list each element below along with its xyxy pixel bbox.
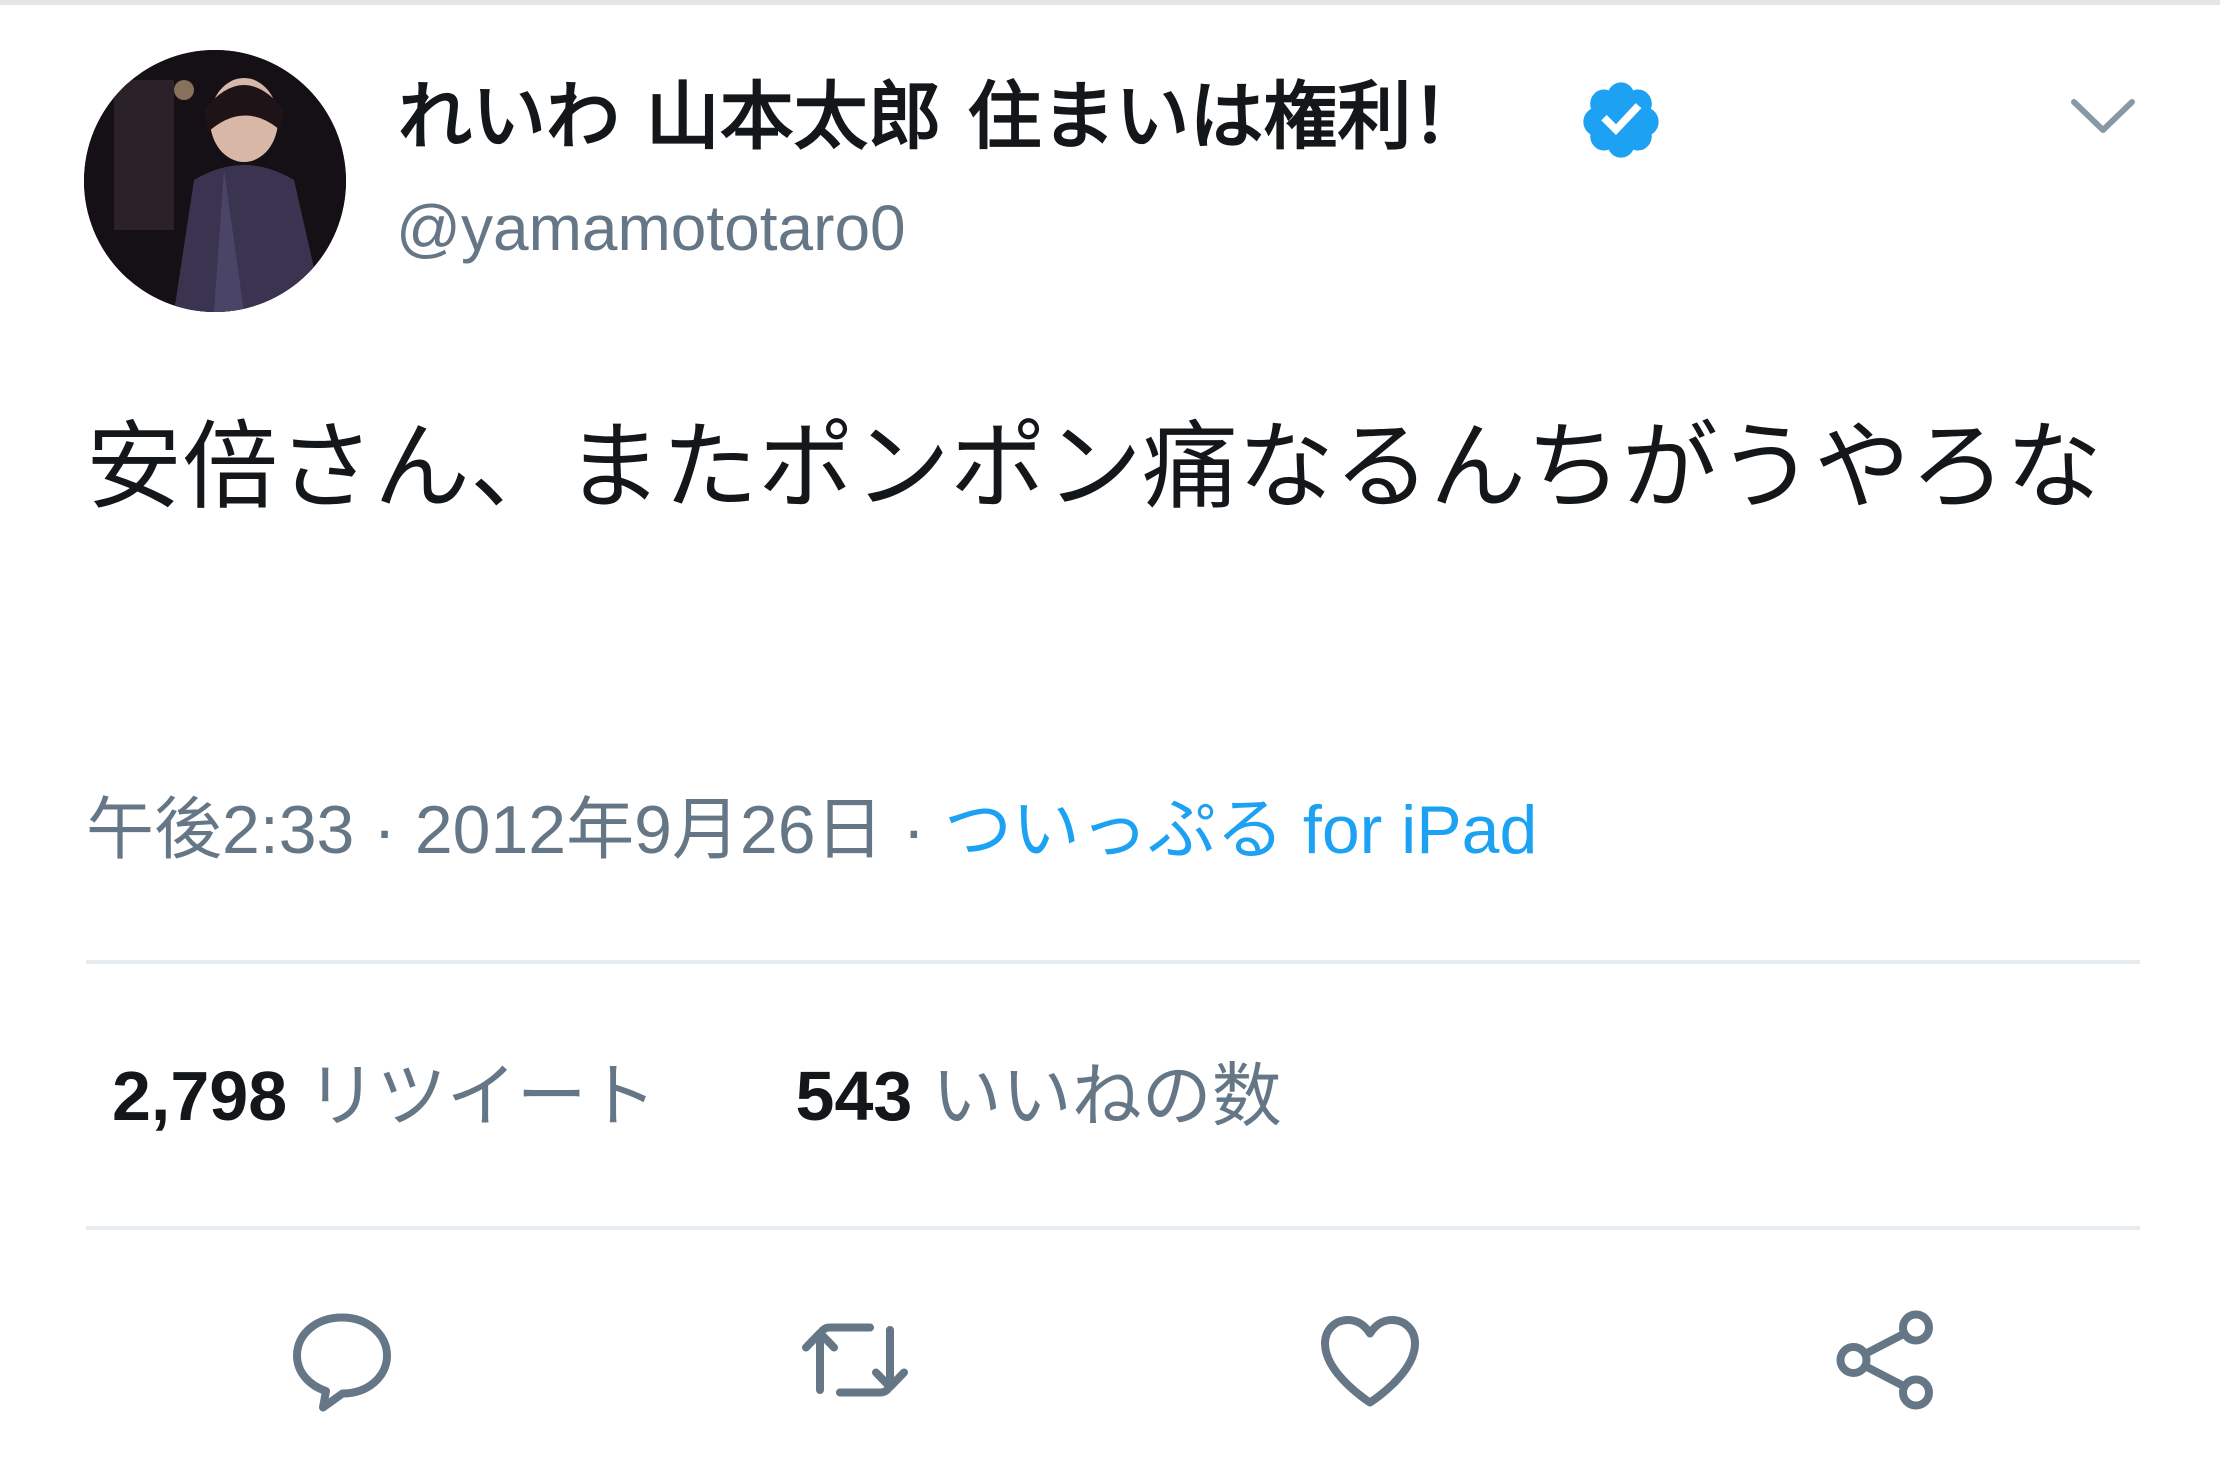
avatar-image — [84, 50, 346, 312]
tweet-stats: 2,798 リツイート 543 いいねの数 — [112, 1046, 1282, 1146]
tweet-text: 安倍さん、またポンポン痛なるんちがうやろな — [86, 411, 2102, 523]
divider — [86, 1226, 2140, 1230]
verified-badge-icon — [1583, 82, 1659, 158]
like-icon[interactable] — [1310, 1300, 1430, 1420]
tweet-time: 午後2:33 — [86, 792, 355, 868]
top-divider — [0, 0, 2220, 5]
retweet-icon[interactable] — [795, 1300, 915, 1420]
likes-label: いいねの数 — [931, 1057, 1282, 1135]
display-name[interactable]: れいわ 山本太郎 住まいは権利！ — [398, 72, 1486, 162]
share-icon[interactable] — [1826, 1300, 1946, 1420]
user-handle[interactable]: @yamamototaro0 — [396, 188, 906, 268]
tweet-actions — [0, 1300, 2220, 1430]
retweets-label: リツイート — [306, 1057, 657, 1135]
meta-separator: · — [902, 792, 926, 868]
likes-stat[interactable]: 543 いいねの数 — [796, 1057, 1282, 1135]
retweets-count: 2,798 — [112, 1057, 288, 1135]
meta-separator: · — [373, 792, 396, 868]
chevron-down-icon[interactable] — [2068, 90, 2138, 140]
avatar[interactable] — [84, 50, 346, 312]
divider — [86, 960, 2140, 964]
tweet-date[interactable]: 2012年9月26日 — [415, 792, 884, 868]
retweets-stat[interactable]: 2,798 リツイート — [112, 1057, 676, 1135]
likes-count: 543 — [795, 1057, 913, 1135]
reply-icon[interactable] — [282, 1300, 402, 1420]
tweet-meta: 午後2:33 · 2012年9月26日 · ついっぷる for iPad — [86, 780, 1537, 880]
tweet-source-link[interactable]: ついっぷる for iPad — [944, 792, 1537, 868]
